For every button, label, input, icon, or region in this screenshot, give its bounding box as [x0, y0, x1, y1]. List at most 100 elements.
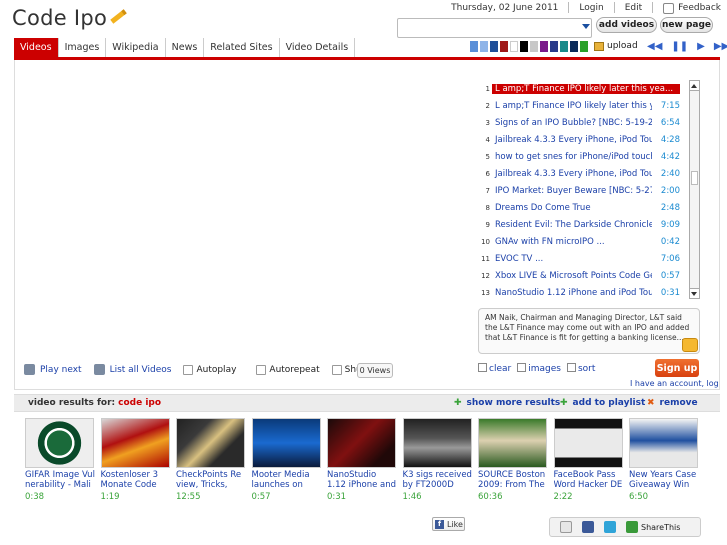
playlist-item-title[interactable]: EVOC TV ...: [492, 254, 652, 264]
images-toggle[interactable]: images: [517, 363, 561, 374]
facebook-icon[interactable]: [582, 521, 594, 533]
playlist-item-title[interactable]: Signs of an IPO Bubble? [NBC: 5-19-20...: [492, 118, 652, 128]
playlist-item-title[interactable]: IPO Market: Buyer Beware [NBC: 5-27-2...: [492, 186, 652, 196]
video-thumbnail[interactable]: [25, 418, 94, 468]
login-link[interactable]: Login: [579, 3, 603, 13]
video-thumbnail[interactable]: [478, 418, 547, 468]
add-to-playlist-button[interactable]: ✚ add to playlist: [560, 398, 645, 408]
play-icon[interactable]: ▶: [697, 41, 705, 52]
playlist-item-title[interactable]: Xbox LIVE & Microsoft Points Code Gen...: [492, 271, 652, 281]
video-title[interactable]: K3 sigs received by FT2000D: [403, 470, 473, 490]
playlist-scrollbar[interactable]: [689, 80, 700, 299]
video-title[interactable]: NanoStudio 1.12 iPhone and iPod: [327, 470, 397, 490]
color-swatch[interactable]: [510, 41, 518, 52]
playlist-item[interactable]: 5 how to get snes for iPhone/iPod touch .…: [477, 148, 689, 165]
playlist-item[interactable]: 4 Jailbreak 4.3.3 Every iPhone, iPod Touc…: [477, 131, 689, 148]
tab-videos[interactable]: Videos: [14, 38, 59, 57]
video-card[interactable]: FaceBook Pass Word Hacker DE 2:22: [553, 418, 624, 502]
color-swatch[interactable]: [570, 41, 578, 52]
playlist-item-title[interactable]: L amp;T Finance IPO likely later this ye…: [492, 101, 652, 111]
playlist-item-title[interactable]: NanoStudio 1.12 iPhone and iPod Touc...: [492, 288, 652, 298]
video-card[interactable]: Mooter Media launches on 0:57: [251, 418, 322, 502]
video-card[interactable]: K3 sigs received by FT2000D 1:46: [402, 418, 473, 502]
playlist-item[interactable]: 8 Dreams Do Come True 2:48: [477, 199, 689, 216]
playlist-item[interactable]: 11 EVOC TV ... 7:06: [477, 250, 689, 267]
video-card[interactable]: Kostenloser 3 Monate Code 1:19: [100, 418, 171, 502]
autorepeat-checkbox[interactable]: Autorepeat: [256, 364, 320, 375]
have-account-link[interactable]: I have an account, log: [630, 379, 719, 388]
color-swatch[interactable]: [480, 41, 488, 52]
scroll-down-button[interactable]: [690, 288, 699, 298]
playlist-item-title[interactable]: Jailbreak 4.3.3 Every iPhone, iPod Touc.…: [492, 169, 652, 179]
playlist-item[interactable]: 3 Signs of an IPO Bubble? [NBC: 5-19-20..…: [477, 114, 689, 131]
play-next-button[interactable]: Play next: [24, 364, 82, 375]
twitter-icon[interactable]: [604, 521, 616, 533]
video-title[interactable]: CheckPoints Re view, Tricks, and: [176, 470, 246, 490]
color-swatch[interactable]: [470, 41, 478, 52]
playlist-item[interactable]: 12 Xbox LIVE & Microsoft Points Code Gen.…: [477, 267, 689, 284]
pause-icon[interactable]: ❚❚: [671, 41, 688, 52]
video-title[interactable]: Mooter Media launches on: [252, 470, 322, 490]
tab-video-details[interactable]: Video Details: [280, 38, 356, 57]
tab-wikipedia[interactable]: Wikipedia: [106, 38, 166, 57]
new-page-button[interactable]: new page: [660, 17, 713, 33]
rewind-icon[interactable]: ◀◀: [647, 41, 662, 52]
chevron-down-icon[interactable]: [582, 24, 590, 29]
scroll-up-button[interactable]: [690, 81, 699, 91]
video-title[interactable]: New Years Case Giveaway Win: [629, 470, 699, 490]
show-more-results-button[interactable]: ✚ show more results: [454, 398, 560, 408]
mail-icon[interactable]: [682, 338, 698, 352]
playlist-item-title[interactable]: Resident Evil: The Darkside Chronicles .…: [492, 220, 652, 230]
color-swatch[interactable]: [580, 41, 588, 52]
playlist-item[interactable]: 2L amp;T Finance IPO likely later this y…: [477, 97, 689, 114]
sign-up-button[interactable]: Sign up: [655, 359, 699, 377]
forward-icon[interactable]: ▶▶: [714, 41, 727, 52]
sharethis-button[interactable]: ShareThis: [626, 521, 680, 533]
tab-related-sites[interactable]: Related Sites: [204, 38, 280, 57]
video-title[interactable]: GIFAR Image Vul nerability - Mali: [25, 470, 95, 490]
video-thumbnail[interactable]: [327, 418, 396, 468]
video-thumbnail[interactable]: [176, 418, 245, 468]
playlist-item-title[interactable]: Dreams Do Come True: [492, 203, 652, 213]
feedback-link[interactable]: Feedback: [678, 3, 721, 13]
video-thumbnail[interactable]: [629, 418, 698, 468]
tab-news[interactable]: News: [166, 38, 205, 57]
color-swatch[interactable]: [520, 41, 528, 52]
edit-link[interactable]: Edit: [625, 3, 642, 13]
video-title[interactable]: SOURCE Boston 2009: From The: [478, 470, 548, 490]
search-input[interactable]: [397, 18, 592, 38]
video-thumbnail[interactable]: [402, 418, 472, 468]
playlist-item[interactable]: 10 GNAv with FN microIPO ... 0:42: [477, 233, 689, 250]
playlist-item[interactable]: 7IPO Market: Buyer Beware [NBC: 5-27-2..…: [477, 182, 689, 199]
color-swatch[interactable]: [560, 41, 568, 52]
playlist-item[interactable]: 1L amp;T Finance IPO likely later this y…: [477, 80, 699, 97]
video-card[interactable]: NanoStudio 1.12 iPhone and iPod 0:31: [327, 418, 397, 502]
video-thumbnail[interactable]: [251, 418, 321, 468]
video-card[interactable]: New Years Case Giveaway Win 6:50: [629, 418, 699, 502]
facebook-like-button[interactable]: f Like: [432, 517, 465, 531]
sort-toggle[interactable]: sort: [566, 363, 595, 374]
site-logo[interactable]: Code Ipo: [12, 6, 127, 30]
color-swatch[interactable]: [540, 41, 548, 52]
video-thumbnail[interactable]: [100, 418, 170, 468]
color-swatch[interactable]: [490, 41, 498, 52]
playlist-item[interactable]: 9 Resident Evil: The Darkside Chronicles …: [477, 216, 689, 233]
color-swatch[interactable]: [530, 41, 538, 52]
clear-toggle[interactable]: clear: [478, 363, 511, 374]
playlist-item-title[interactable]: GNAv with FN microIPO ...: [492, 237, 652, 247]
video-thumbnail[interactable]: [553, 418, 623, 468]
remove-button[interactable]: ✖ remove: [647, 398, 698, 408]
scroll-thumb[interactable]: [691, 171, 698, 185]
color-swatch[interactable]: [550, 41, 558, 52]
color-swatch[interactable]: [500, 41, 508, 52]
video-card[interactable]: GIFAR Image Vul nerability - Mali 0:38: [25, 418, 95, 502]
add-videos-button[interactable]: add videos: [596, 17, 657, 33]
playlist-item[interactable]: 13 NanoStudio 1.12 iPhone and iPod Touc..…: [477, 284, 689, 301]
upload-button[interactable]: upload: [594, 41, 638, 51]
video-card[interactable]: SOURCE Boston 2009: From The 60:36: [478, 418, 548, 502]
playlist-item-title[interactable]: Jailbreak 4.3.3 Every iPhone, iPod Touc.…: [492, 135, 652, 145]
video-title[interactable]: FaceBook Pass Word Hacker DE: [554, 470, 624, 490]
email-icon[interactable]: [560, 521, 572, 533]
tab-images[interactable]: Images: [59, 38, 107, 57]
playlist-item-title[interactable]: how to get snes for iPhone/iPod touch ..…: [492, 152, 652, 162]
